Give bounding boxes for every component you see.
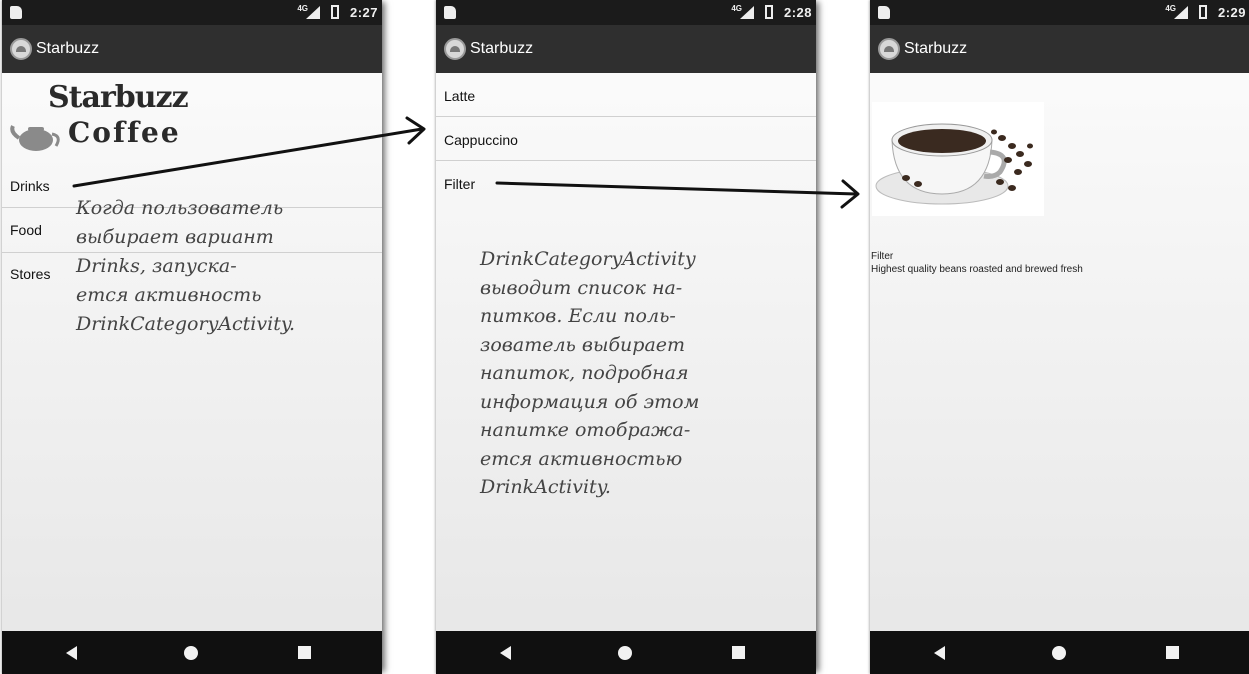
logo-line2: Coffee	[68, 116, 181, 149]
status-time: 2:28	[783, 5, 812, 20]
battery-icon	[1199, 5, 1207, 19]
menu-item-stores[interactable]: Stores	[10, 266, 50, 282]
drink-name: Filter	[871, 251, 894, 262]
app-title: Starbuzz	[36, 40, 100, 57]
phone-screen-drink-category: 4G 2:28 Starbuzz Latte Cappuccino Filter…	[436, 0, 816, 674]
app-bar: Starbuzz	[436, 25, 816, 73]
divider	[436, 116, 816, 117]
navigation-bar	[870, 631, 1249, 674]
menu-item-drinks[interactable]: Drinks	[10, 178, 50, 194]
sim-icon	[10, 6, 22, 19]
logo-line1: Starbuzz	[48, 80, 189, 115]
phone-screen-drink-detail: 4G 2:29 Starbuzz Filter Highest quality …	[870, 0, 1249, 674]
network-icon	[306, 6, 320, 19]
status-time: 2:27	[349, 5, 378, 20]
drink-item-cappuccino[interactable]: Cappuccino	[444, 132, 518, 148]
arrowhead-2	[840, 179, 860, 209]
back-icon[interactable]	[500, 646, 511, 660]
annotation-2: DrinkCategoryActivity выводит список на-…	[480, 248, 700, 498]
app-bar: Starbuzz	[870, 25, 1249, 73]
home-icon[interactable]	[184, 646, 198, 660]
teapot-icon	[10, 125, 60, 151]
app-icon	[878, 38, 900, 60]
home-icon[interactable]	[1052, 646, 1066, 660]
app-title: Starbuzz	[904, 40, 968, 57]
phone-screen-main: 4G 2:27 Starbuzz Starbuzz Coffee Drinks …	[2, 0, 382, 674]
recent-apps-icon[interactable]	[298, 646, 311, 659]
status-bar: 4G 2:27	[2, 0, 382, 25]
starbuzz-logo: Starbuzz Coffee	[10, 80, 230, 160]
battery-icon	[765, 5, 773, 19]
menu-item-food[interactable]: Food	[10, 222, 42, 238]
drink-item-latte[interactable]: Latte	[444, 88, 475, 104]
divider	[436, 160, 816, 161]
back-icon[interactable]	[66, 646, 77, 660]
recent-apps-icon[interactable]	[1166, 646, 1179, 659]
battery-icon	[331, 5, 339, 19]
network-icon	[740, 6, 754, 19]
drink-description: Highest quality beans roasted and brewed…	[871, 264, 1083, 275]
network-icon	[1174, 6, 1188, 19]
app-icon	[10, 38, 32, 60]
arrowhead-1	[405, 116, 426, 145]
navigation-bar	[2, 631, 382, 674]
coffee-cup-icon	[875, 123, 1033, 205]
sim-icon	[878, 6, 890, 19]
status-bar: 4G 2:28	[436, 0, 816, 25]
navigation-bar	[436, 631, 816, 674]
status-bar: 4G 2:29	[870, 0, 1249, 25]
home-icon[interactable]	[618, 646, 632, 660]
coffee-cup-image	[872, 102, 1044, 216]
back-icon[interactable]	[934, 646, 945, 660]
app-icon	[444, 38, 466, 60]
app-title: Starbuzz	[470, 40, 534, 57]
annotation-1: Когда пользователь выбирает вариант Drin…	[76, 197, 296, 335]
status-time: 2:29	[1217, 5, 1246, 20]
sim-icon	[444, 6, 456, 19]
recent-apps-icon[interactable]	[732, 646, 745, 659]
drink-item-filter[interactable]: Filter	[444, 176, 475, 192]
app-bar: Starbuzz	[2, 25, 382, 73]
